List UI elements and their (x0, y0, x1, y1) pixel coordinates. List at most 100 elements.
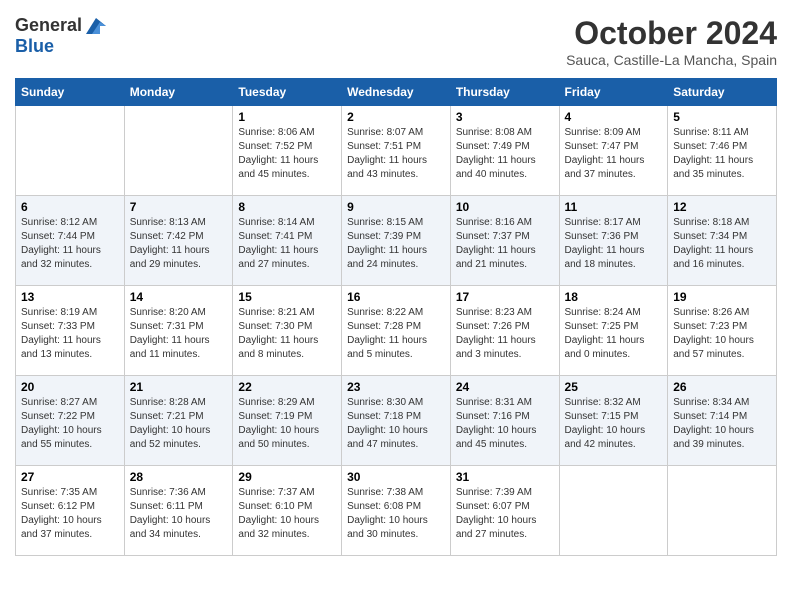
calendar-day-cell (559, 466, 668, 556)
calendar-day-cell: 12 Sunrise: 8:18 AM Sunset: 7:34 PM Dayli… (668, 196, 777, 286)
calendar-day-cell: 11Sunrise: 8:17 AM Sunset: 7:36 PM Dayli… (559, 196, 668, 286)
calendar-day-cell: 18 Sunrise: 8:24 AM Sunset: 7:25 PM Dayli… (559, 286, 668, 376)
logo-blue-text: Blue (15, 36, 54, 57)
day-info: Sunrise: 8:23 AM Sunset: 7:26 PM Dayligh… (456, 306, 554, 362)
title-block: October 2024 Sauca, Castille-La Mancha, … (566, 15, 777, 68)
calendar-day-cell: 28Sunrise: 7:36 AM Sunset: 6:11 PM Dayli… (124, 466, 233, 556)
day-info: Sunrise: 8:11 AM Sunset: 7:46 PM Dayligh… (673, 126, 771, 182)
day-info: Sunrise: 8:31 AM Sunset: 7:16 PM Dayligh… (456, 396, 554, 452)
day-number: 5 (673, 110, 771, 124)
calendar-day-cell (124, 106, 233, 196)
day-of-week-header: Saturday (668, 79, 777, 106)
calendar-day-cell: 29Sunrise: 7:37 AM Sunset: 6:10 PM Dayli… (233, 466, 342, 556)
calendar-day-cell: 2Sunrise: 8:07 AM Sunset: 7:51 PM Daylig… (342, 106, 451, 196)
day-info: Sunrise: 8:16 AM Sunset: 7:37 PM Dayligh… (456, 216, 554, 272)
day-info: Sunrise: 8:28 AM Sunset: 7:21 PM Dayligh… (130, 396, 228, 452)
calendar-day-cell: 9Sunrise: 8:15 AM Sunset: 7:39 PM Daylig… (342, 196, 451, 286)
day-info: Sunrise: 8:26 AM Sunset: 7:23 PM Dayligh… (673, 306, 771, 362)
calendar-day-cell: 16 Sunrise: 8:22 AM Sunset: 7:28 PM Dayli… (342, 286, 451, 376)
day-info: Sunrise: 8:19 AM Sunset: 7:33 PM Dayligh… (21, 306, 119, 362)
calendar-day-cell: 14 Sunrise: 8:20 AM Sunset: 7:31 PM Dayli… (124, 286, 233, 376)
calendar-week-row: 20 Sunrise: 8:27 AM Sunset: 7:22 PM Dayli… (16, 376, 777, 466)
calendar-day-cell: 31 Sunrise: 7:39 AM Sunset: 6:07 PM Dayli… (450, 466, 559, 556)
day-info: Sunrise: 8:29 AM Sunset: 7:19 PM Dayligh… (238, 396, 336, 452)
calendar-day-cell: 27 Sunrise: 7:35 AM Sunset: 6:12 PM Dayli… (16, 466, 125, 556)
day-number: 30 (347, 470, 445, 484)
calendar-day-cell: 26 Sunrise: 8:34 AM Sunset: 7:14 PM Dayli… (668, 376, 777, 466)
day-of-week-header: Tuesday (233, 79, 342, 106)
day-info: Sunrise: 8:24 AM Sunset: 7:25 PM Dayligh… (565, 306, 663, 362)
day-info: Sunrise: 8:34 AM Sunset: 7:14 PM Dayligh… (673, 396, 771, 452)
calendar-day-cell: 6 Sunrise: 8:12 AM Sunset: 7:44 PM Daylig… (16, 196, 125, 286)
day-info: Sunrise: 8:18 AM Sunset: 7:34 PM Dayligh… (673, 216, 771, 272)
day-number: 23 (347, 380, 445, 394)
day-info: Sunrise: 8:14 AM Sunset: 7:41 PM Dayligh… (238, 216, 336, 272)
day-number: 16 (347, 290, 445, 304)
logo: General Blue (15, 15, 106, 57)
day-number: 26 (673, 380, 771, 394)
day-of-week-header: Wednesday (342, 79, 451, 106)
calendar-day-cell: 23 Sunrise: 8:30 AM Sunset: 7:18 PM Dayli… (342, 376, 451, 466)
day-number: 20 (21, 380, 119, 394)
day-info: Sunrise: 7:35 AM Sunset: 6:12 PM Dayligh… (21, 486, 119, 542)
location-title: Sauca, Castille-La Mancha, Spain (566, 52, 777, 68)
calendar-week-row: 13 Sunrise: 8:19 AM Sunset: 7:33 PM Dayli… (16, 286, 777, 376)
day-number: 3 (456, 110, 554, 124)
calendar-day-cell: 13 Sunrise: 8:19 AM Sunset: 7:33 PM Dayli… (16, 286, 125, 376)
logo-general-text: General (15, 15, 82, 36)
page-header: General Blue October 2024 Sauca, Castill… (15, 15, 777, 68)
day-number: 14 (130, 290, 228, 304)
day-number: 11 (565, 200, 663, 214)
day-of-week-header: Friday (559, 79, 668, 106)
day-info: Sunrise: 8:27 AM Sunset: 7:22 PM Dayligh… (21, 396, 119, 452)
calendar-day-cell: 15 Sunrise: 8:21 AM Sunset: 7:30 PM Dayli… (233, 286, 342, 376)
calendar-day-cell: 7 Sunrise: 8:13 AM Sunset: 7:42 PM Daylig… (124, 196, 233, 286)
day-number: 7 (130, 200, 228, 214)
day-of-week-header: Monday (124, 79, 233, 106)
day-info: Sunrise: 8:08 AM Sunset: 7:49 PM Dayligh… (456, 126, 554, 182)
day-number: 6 (21, 200, 119, 214)
calendar-day-cell: 30 Sunrise: 7:38 AM Sunset: 6:08 PM Dayli… (342, 466, 451, 556)
day-info: Sunrise: 8:15 AM Sunset: 7:39 PM Dayligh… (347, 216, 445, 272)
calendar-day-cell: 10Sunrise: 8:16 AM Sunset: 7:37 PM Dayli… (450, 196, 559, 286)
day-number: 28 (130, 470, 228, 484)
calendar-day-cell: 4Sunrise: 8:09 AM Sunset: 7:47 PM Daylig… (559, 106, 668, 196)
day-info: Sunrise: 7:38 AM Sunset: 6:08 PM Dayligh… (347, 486, 445, 542)
calendar-day-cell: 8 Sunrise: 8:14 AM Sunset: 7:41 PM Daylig… (233, 196, 342, 286)
day-info: Sunrise: 7:39 AM Sunset: 6:07 PM Dayligh… (456, 486, 554, 542)
calendar-day-cell: 19Sunrise: 8:26 AM Sunset: 7:23 PM Dayli… (668, 286, 777, 376)
calendar-day-cell: 24 Sunrise: 8:31 AM Sunset: 7:16 PM Dayli… (450, 376, 559, 466)
day-of-week-header: Sunday (16, 79, 125, 106)
day-number: 8 (238, 200, 336, 214)
day-number: 31 (456, 470, 554, 484)
day-info: Sunrise: 8:32 AM Sunset: 7:15 PM Dayligh… (565, 396, 663, 452)
day-number: 25 (565, 380, 663, 394)
calendar-day-cell: 17 Sunrise: 8:23 AM Sunset: 7:26 PM Dayli… (450, 286, 559, 376)
calendar-day-cell: 20 Sunrise: 8:27 AM Sunset: 7:22 PM Dayli… (16, 376, 125, 466)
calendar-day-cell: 3 Sunrise: 8:08 AM Sunset: 7:49 PM Daylig… (450, 106, 559, 196)
day-number: 22 (238, 380, 336, 394)
day-number: 24 (456, 380, 554, 394)
day-number: 15 (238, 290, 336, 304)
logo-icon (86, 18, 106, 34)
day-number: 13 (21, 290, 119, 304)
calendar-day-cell: 5 Sunrise: 8:11 AM Sunset: 7:46 PM Daylig… (668, 106, 777, 196)
day-number: 18 (565, 290, 663, 304)
day-info: Sunrise: 8:13 AM Sunset: 7:42 PM Dayligh… (130, 216, 228, 272)
month-title: October 2024 (566, 15, 777, 52)
calendar-day-cell (16, 106, 125, 196)
day-info: Sunrise: 8:20 AM Sunset: 7:31 PM Dayligh… (130, 306, 228, 362)
day-number: 17 (456, 290, 554, 304)
day-of-week-header: Thursday (450, 79, 559, 106)
calendar-day-cell: 25 Sunrise: 8:32 AM Sunset: 7:15 PM Dayli… (559, 376, 668, 466)
day-number: 1 (238, 110, 336, 124)
day-info: Sunrise: 8:30 AM Sunset: 7:18 PM Dayligh… (347, 396, 445, 452)
day-number: 4 (565, 110, 663, 124)
day-info: Sunrise: 8:21 AM Sunset: 7:30 PM Dayligh… (238, 306, 336, 362)
day-number: 12 (673, 200, 771, 214)
day-info: Sunrise: 8:12 AM Sunset: 7:44 PM Dayligh… (21, 216, 119, 272)
day-info: Sunrise: 8:22 AM Sunset: 7:28 PM Dayligh… (347, 306, 445, 362)
calendar-table: SundayMondayTuesdayWednesdayThursdayFrid… (15, 78, 777, 556)
calendar-day-cell: 1Sunrise: 8:06 AM Sunset: 7:52 PM Daylig… (233, 106, 342, 196)
day-number: 27 (21, 470, 119, 484)
